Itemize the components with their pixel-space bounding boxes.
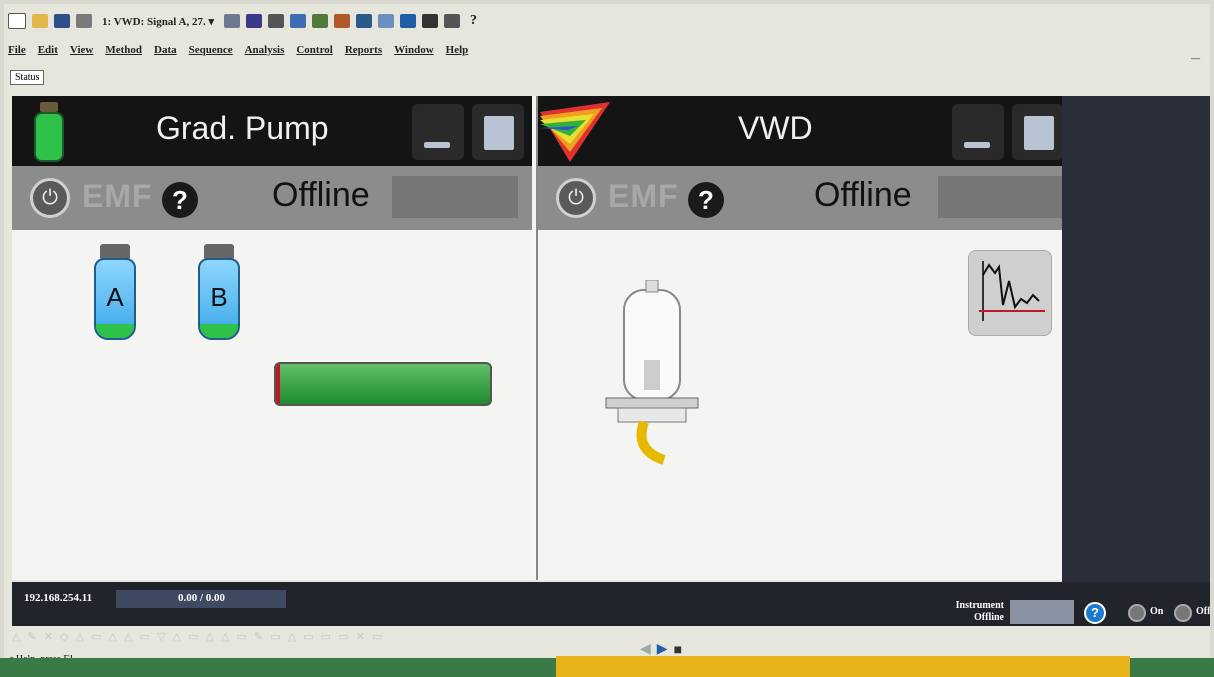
flow-readout: 0.00 / 0.00 <box>178 592 226 604</box>
vwd-status-indicator <box>938 176 1064 218</box>
taskbar-highlight <box>556 656 1130 677</box>
menu-sequence[interactable]: Sequence <box>189 44 233 56</box>
instrument-ip: 192.168.254.11 <box>24 592 93 604</box>
pump-help-button[interactable]: ? <box>162 182 198 218</box>
chart-icon[interactable] <box>377 14 394 28</box>
pump-emf-label: EMF <box>82 178 153 214</box>
save-small-icon[interactable]: ■ <box>674 641 682 657</box>
signal-select-value: 1: VWD: Signal A, 27. <box>102 15 206 28</box>
back-arrow-icon[interactable]: ◀ <box>640 640 651 657</box>
vwd-emf-label: EMF <box>608 178 679 214</box>
print-icon[interactable] <box>76 14 92 28</box>
new-file-icon[interactable] <box>8 13 26 29</box>
power-off-icon[interactable] <box>1174 604 1192 622</box>
pump-flow-bar <box>274 362 492 406</box>
pump-status-text: Offline <box>272 176 370 214</box>
menu-analysis[interactable]: Analysis <box>245 44 285 56</box>
vwd-maximize-button[interactable] <box>1012 104 1064 160</box>
pump-module: Grad. Pump ⏻ EMF ? Offline A B <box>12 96 532 580</box>
help-button[interactable]: ? <box>1084 602 1106 624</box>
menu-edit[interactable]: Edit <box>38 44 58 56</box>
save-icon[interactable] <box>54 14 70 28</box>
menu-file[interactable]: File <box>8 44 26 56</box>
instrument-status-bar: 192.168.254.11 0.00 / 0.00 Instrument Of… <box>12 582 1210 626</box>
application-window: 1: VWD: Signal A, 27. ▾ ? File Edit View… <box>4 4 1210 673</box>
navigation-controls: ◀ ▶ ■ <box>640 640 682 657</box>
sequence-icon[interactable] <box>311 14 328 28</box>
signal-plot-icon <box>979 261 1045 321</box>
menu-help[interactable]: Help <box>446 44 469 56</box>
menu-reports[interactable]: Reports <box>345 44 382 56</box>
pump-minimize-button[interactable] <box>412 104 464 160</box>
settings-icon[interactable] <box>443 14 460 28</box>
pump-header: Grad. Pump <box>12 96 532 166</box>
pump-title: Grad. Pump <box>156 110 329 146</box>
stop-icon[interactable] <box>421 14 438 28</box>
signal-chart-button[interactable] <box>968 250 1052 336</box>
paste-icon[interactable] <box>267 14 284 28</box>
cut-icon[interactable] <box>223 14 240 28</box>
menu-view[interactable]: View <box>70 44 93 56</box>
menu-data[interactable]: Data <box>154 44 177 56</box>
play-icon[interactable] <box>399 14 416 28</box>
signal-select[interactable]: 1: VWD: Signal A, 27. ▾ <box>98 15 218 28</box>
instrument-label: Instrument <box>955 600 1004 611</box>
vwd-status-text: Offline <box>814 176 912 214</box>
vwd-help-button[interactable]: ? <box>688 182 724 218</box>
pump-maximize-button[interactable] <box>472 104 524 160</box>
pump-bottle-icon <box>34 102 64 162</box>
instrument-state: Instrument Offline <box>912 600 1004 624</box>
vwd-body <box>538 230 1064 580</box>
disabled-toolbar: △ ✎ ✕ ◇ △ ▭ △ △ ▭ ▽ △ ▭ △ △ ▭ ✎ ▭ △ ▭ ▭ … <box>12 631 385 643</box>
menu-bar: File Edit View Method Data Sequence Anal… <box>8 44 468 56</box>
window-minimize-button[interactable]: _ <box>1191 44 1200 62</box>
pump-body: A B <box>12 230 532 580</box>
vwd-minimize-button[interactable] <box>952 104 1004 160</box>
copy-icon[interactable] <box>245 14 262 28</box>
tab-status[interactable]: Status <box>10 70 45 85</box>
vwd-status-bar: ⏻ EMF ? Offline <box>538 166 1064 230</box>
menu-method[interactable]: Method <box>105 44 142 56</box>
menu-window[interactable]: Window <box>394 44 434 56</box>
vwd-power-icon[interactable]: ⏻ <box>556 178 596 218</box>
instrument-state-value: Offline <box>974 612 1004 623</box>
pump-power-icon[interactable]: ⏻ <box>30 178 70 218</box>
vwd-module: VWD ⏻ EMF ? Offline <box>536 96 1064 580</box>
chevron-down-icon: ▾ <box>208 15 214 28</box>
solvent-bottle-a[interactable]: A <box>92 244 138 340</box>
open-folder-icon[interactable] <box>32 14 48 28</box>
report-icon[interactable] <box>355 14 372 28</box>
bottle-b-label: B <box>210 282 228 312</box>
on-label[interactable]: On <box>1150 606 1163 617</box>
menu-control[interactable]: Control <box>296 44 332 56</box>
solvent-bottle-b[interactable]: B <box>196 244 242 340</box>
toolbar: 1: VWD: Signal A, 27. ▾ ? <box>8 10 481 32</box>
instrument-state-indicator <box>1010 600 1074 624</box>
power-on-icon[interactable] <box>1128 604 1146 622</box>
vwd-title: VWD <box>738 110 813 146</box>
off-label[interactable]: Off <box>1196 606 1210 617</box>
pump-status-bar: ⏻ EMF ? Offline <box>12 166 532 230</box>
pump-status-indicator <box>392 176 518 218</box>
forward-arrow-icon[interactable]: ▶ <box>657 640 668 657</box>
bottle-a-label: A <box>106 282 124 312</box>
right-sidebar <box>1062 96 1210 596</box>
analysis-icon[interactable] <box>333 14 350 28</box>
pump-bar-marker <box>276 364 280 404</box>
dashboard-panels: Grad. Pump ⏻ EMF ? Offline A B VWD ⏻ EMF… <box>12 96 1064 580</box>
method-icon[interactable] <box>289 14 306 28</box>
vwd-header: VWD <box>538 96 1064 166</box>
lamp-icon[interactable] <box>604 280 704 470</box>
prism-rainbow-icon <box>540 102 610 162</box>
help-icon[interactable]: ? <box>466 13 481 29</box>
